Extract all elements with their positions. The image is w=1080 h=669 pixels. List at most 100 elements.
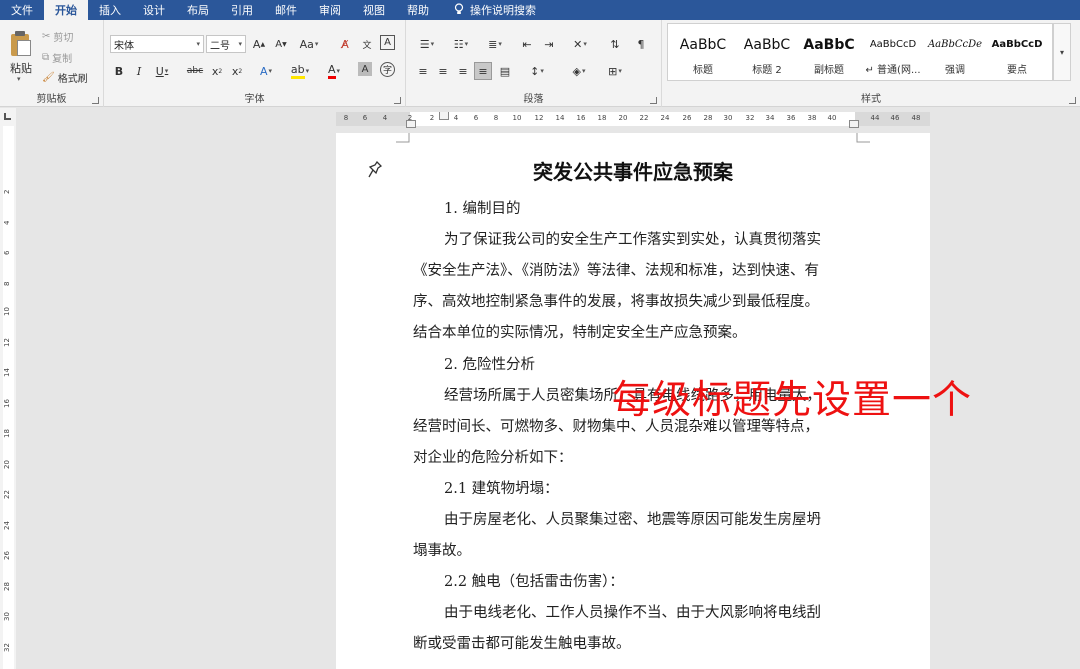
tab-review[interactable]: 审阅: [308, 0, 352, 20]
multilevel-list-icon[interactable]: ≣ ▾: [482, 35, 508, 53]
borders-icon[interactable]: ⊞ ▾: [602, 62, 628, 80]
strikethrough-icon[interactable]: abc: [186, 62, 204, 80]
chevron-down-icon: ▾: [238, 40, 242, 48]
tab-home[interactable]: 开始: [44, 0, 88, 20]
shading-icon[interactable]: ◈ ▾: [566, 62, 592, 80]
tab-references[interactable]: 引用: [220, 0, 264, 20]
show-marks-icon[interactable]: ¶: [632, 35, 650, 53]
tab-file[interactable]: 文件: [0, 0, 44, 20]
format-painter-button[interactable]: 🖌 格式刷: [42, 70, 88, 85]
style-strong[interactable]: AaBbCcD 要点: [986, 24, 1048, 80]
style-heading[interactable]: AaBbC 标题: [672, 24, 734, 80]
decrease-indent-icon[interactable]: ⇤: [518, 35, 536, 53]
body-text-line: 断或受雷击都可能发生触电事故。: [413, 636, 631, 653]
phonetic-guide-icon[interactable]: 文: [358, 35, 376, 53]
chevron-down-icon: ▾: [196, 40, 200, 48]
font-size-select[interactable]: 二号 ▾: [206, 35, 246, 53]
font-name-select[interactable]: 宋体 ▾: [110, 35, 204, 53]
ruler-tick-label: 24: [660, 114, 670, 122]
tab-mailings[interactable]: 邮件: [264, 0, 308, 20]
numbering-icon[interactable]: ☷ ▾: [448, 35, 474, 53]
highlight-icon[interactable]: ab ▾: [288, 62, 312, 80]
ruler-tick-label: 4: [453, 114, 459, 122]
align-right-icon[interactable]: ≡: [454, 62, 472, 80]
tab-design[interactable]: 设计: [132, 0, 176, 20]
ruler-tick-label: 44: [870, 114, 880, 122]
style-heading-2[interactable]: AaBbC 标题 2: [736, 24, 798, 80]
right-indent-marker[interactable]: [849, 120, 859, 128]
style-name: ↵ 普通(网...: [865, 65, 921, 76]
tell-me-search[interactable]: 操作说明搜索: [440, 0, 536, 20]
body-text-line: 由于房屋老化、人员聚集过密、地震等原因可能发生房屋坍: [444, 512, 821, 528]
chinese-layout-icon[interactable]: ✕ ▾: [566, 35, 594, 53]
style-subtitle[interactable]: AaBbC 副标题: [798, 24, 860, 80]
ruler-tick-label: 34: [765, 114, 775, 122]
ruler-tick-label: 20: [618, 114, 628, 122]
paste-dropdown-icon[interactable]: ▾: [17, 75, 21, 83]
paste-icon[interactable]: [9, 30, 31, 58]
menu-bar: 文件 开始 插入 设计 布局 引用 邮件 审阅 视图 帮助 操作说明搜索: [0, 0, 1080, 20]
font-group-label: 字体: [244, 94, 265, 105]
lightbulb-icon: [454, 2, 464, 18]
paste-button[interactable]: 粘贴: [10, 60, 32, 76]
cut-button[interactable]: ✂ 剪切: [42, 29, 73, 44]
increase-indent-icon[interactable]: ⇥: [540, 35, 558, 53]
body-text-line: 序、高效地控制紧急事件的发展，将事故损失减少到最低程度。: [413, 294, 819, 311]
copy-button[interactable]: ⧉ 复制: [42, 50, 72, 65]
justify-icon[interactable]: ≡: [474, 62, 492, 80]
ruler-tick-label: 8: [343, 114, 349, 122]
line-spacing-icon[interactable]: ↕ ▾: [524, 62, 550, 80]
style-normal-web[interactable]: AaBbCcD ↵ 普通(网...: [862, 24, 924, 80]
clipboard-group: 粘贴 ▾ ✂ 剪切 ⧉ 复制 🖌 格式刷 剪贴板: [0, 20, 104, 107]
tab-selector[interactable]: [0, 108, 16, 126]
character-shading-icon[interactable]: A: [358, 62, 372, 76]
tab-view[interactable]: 视图: [352, 0, 396, 20]
superscript-icon[interactable]: x2: [228, 62, 246, 80]
first-line-indent-marker[interactable]: [439, 112, 449, 120]
subscript-icon[interactable]: x2: [208, 62, 226, 80]
character-border-icon[interactable]: A: [380, 35, 395, 50]
align-left-icon[interactable]: ≡: [414, 62, 432, 80]
left-indent-marker[interactable]: [406, 120, 416, 128]
section-heading: 2. 危险性分析: [444, 356, 535, 373]
bullets-icon[interactable]: ☰ ▾: [414, 35, 440, 53]
paragraph-group: ☰ ▾ ☷ ▾ ≣ ▾ ⇤ ⇥ ✕ ▾ ⇅ ¶ ≡ ≡ ≡ ≡ ▤ ↕ ▾ ◈ ▾ ⊞ ▾ 段…: [406, 20, 662, 107]
underline-icon[interactable]: U ▾: [150, 62, 174, 80]
styles-launcher-icon[interactable]: [1069, 97, 1076, 104]
italic-icon[interactable]: I: [130, 62, 148, 80]
bold-icon[interactable]: B: [110, 62, 128, 80]
sort-icon[interactable]: ⇅: [606, 35, 624, 53]
tab-layout[interactable]: 布局: [176, 0, 220, 20]
ruler-tick-label: 16: [3, 398, 11, 408]
ruler-tick-label: 6: [3, 250, 11, 255]
paragraph-launcher-icon[interactable]: [650, 97, 657, 104]
style-name: 标题 2: [752, 65, 782, 76]
ruler-tick-label: 18: [597, 114, 607, 122]
styles-more-button[interactable]: ▾: [1053, 23, 1071, 81]
shrink-font-icon[interactable]: A ▼: [272, 35, 290, 53]
grow-font-icon[interactable]: A ▲: [250, 35, 268, 53]
chevron-down-icon: ▾: [1059, 47, 1064, 57]
body-text-line: 《安全生产法》、《消防法》等法律、法规和标准，达到快速、有: [413, 263, 819, 280]
style-sample: AaBbC: [743, 37, 791, 53]
clipboard-launcher-icon[interactable]: [92, 97, 99, 104]
vertical-ruler[interactable]: 2 4 6 8 10 12 14 16 18 20 22 24 26 28 30 32: [0, 126, 16, 669]
ruler-tick-label: 14: [555, 114, 565, 122]
text-effects-icon[interactable]: A ▾: [254, 62, 278, 80]
ruler-tick-label: 10: [3, 307, 11, 316]
style-sample: AaBbCcD: [991, 39, 1043, 50]
style-sample: AaBbCcDe: [927, 39, 983, 50]
enclose-characters-icon[interactable]: 字: [380, 62, 395, 77]
font-color-icon[interactable]: A ▾: [322, 62, 346, 80]
style-emphasis[interactable]: AaBbCcDe 强调: [924, 24, 986, 80]
align-center-icon[interactable]: ≡: [434, 62, 452, 80]
clear-formatting-icon[interactable]: A̸: [336, 35, 354, 53]
format-painter-label: 格式刷: [57, 74, 88, 85]
distributed-icon[interactable]: ▤: [496, 62, 514, 80]
horizontal-ruler[interactable]: 8 6 4 2 2 4 6 8 10 12 14 16 18 20 22 24 26 28 30 32 34 36 38 40…: [336, 112, 930, 128]
font-launcher-icon[interactable]: [394, 97, 401, 104]
tab-insert[interactable]: 插入: [88, 0, 132, 20]
ruler-tick-label: 30: [723, 114, 733, 122]
change-case-icon[interactable]: Aa ▾: [296, 35, 322, 53]
tab-help[interactable]: 帮助: [396, 0, 440, 20]
